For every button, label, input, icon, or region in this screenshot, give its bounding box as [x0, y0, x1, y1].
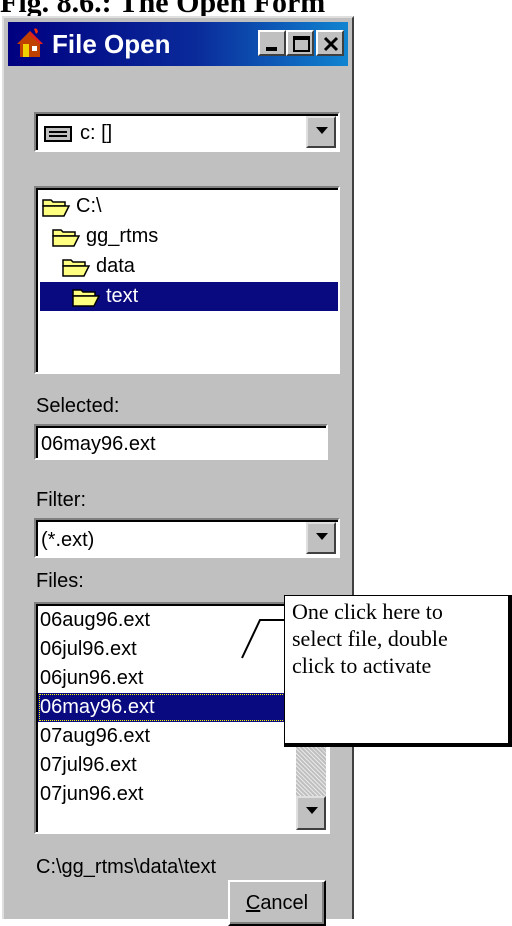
directory-list[interactable]: C:\ gg_rtms data text [34, 186, 340, 374]
cancel-accelerator: C [245, 892, 261, 914]
filter-value: (*.ext) [41, 529, 95, 551]
selected-label: Selected: [36, 395, 120, 417]
file-item[interactable]: 06jun96.ext [38, 664, 290, 693]
maximize-button[interactable] [286, 30, 314, 56]
files-label: Files: [36, 570, 84, 592]
open-folder-icon [42, 199, 71, 217]
current-path: C:\gg_rtms\data\text [36, 856, 217, 878]
callout-pointer-line [241, 619, 284, 659]
close-button[interactable] [316, 30, 344, 56]
filter-select[interactable]: (*.ext) [34, 518, 340, 558]
selected-file-input[interactable]: 06may96.ext [34, 424, 328, 460]
file-item-selected[interactable]: 06may96.ext [38, 693, 290, 722]
drive-select-inner: c: [] [36, 114, 338, 150]
directory-label: gg_rtms [86, 225, 159, 247]
directory-label: text [106, 285, 139, 307]
window-title: File Open [52, 29, 171, 59]
callout-line-3: click to activate [292, 653, 432, 678]
directory-list-inner: C:\ gg_rtms data text [36, 188, 338, 372]
open-folder-icon [52, 229, 81, 247]
directory-item-data[interactable]: data [62, 252, 332, 281]
cancel-button[interactable]: Cancel [228, 880, 326, 926]
minimize-button[interactable] [258, 30, 286, 56]
close-icon [323, 36, 339, 52]
annotation-callout: One click here to select file, double cl… [284, 595, 512, 747]
directory-label: data [96, 255, 135, 277]
drive-icon [44, 126, 72, 142]
chevron-down-icon [316, 127, 328, 134]
scroll-down-button[interactable] [296, 796, 326, 830]
drive-value: c: [] [80, 122, 113, 144]
filter-label: Filter: [36, 489, 86, 511]
directory-label: C:\ [76, 195, 102, 217]
file-open-window: File Open c: [] C:\ gg_rtms data text Se… [2, 16, 354, 919]
directory-item-text[interactable]: text [40, 282, 338, 311]
selected-file-inner: 06may96.ext [36, 426, 326, 458]
chevron-down-icon [316, 533, 328, 540]
maximize-icon [293, 36, 310, 52]
callout-line-2: select file, double [292, 626, 448, 651]
cancel-label: ancel [260, 892, 309, 914]
filter-select-inner: (*.ext) [36, 520, 338, 556]
minimize-icon [266, 47, 277, 51]
callout-line-1: One click here to [292, 599, 443, 624]
title-bar[interactable]: File Open [8, 22, 348, 66]
directory-item-root[interactable]: C:\ [42, 192, 332, 221]
directory-item-gg-rtms[interactable]: gg_rtms [52, 222, 332, 251]
file-item[interactable]: 07jul96.ext [38, 751, 290, 780]
file-item[interactable]: 07jun96.ext [38, 780, 290, 809]
open-folder-icon [72, 289, 101, 307]
chevron-down-icon [306, 807, 318, 814]
filter-dropdown-button[interactable] [306, 522, 336, 554]
file-item[interactable]: 07aug96.ext [38, 722, 290, 751]
selected-file-value: 06may96.ext [41, 433, 156, 455]
house-app-icon [17, 28, 43, 57]
drive-select[interactable]: c: [] [34, 112, 340, 152]
drive-dropdown-button[interactable] [306, 116, 336, 148]
open-folder-icon [62, 259, 91, 277]
